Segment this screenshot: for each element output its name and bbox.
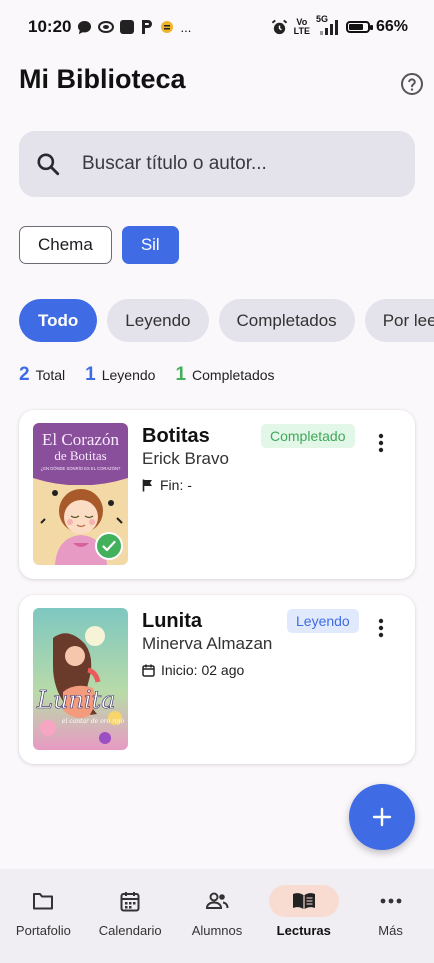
completed-check-icon <box>95 532 123 560</box>
stat-total-number: 2 <box>19 364 30 385</box>
bottom-navigation: Portafolio Calendario Alumnos Lecturas M… <box>0 869 434 963</box>
nav-label: Más <box>378 923 403 938</box>
alarm-icon <box>271 19 288 36</box>
more-notifications-indicator: ... <box>180 19 192 35</box>
coin-notification-icon <box>160 20 174 34</box>
nav-label: Calendario <box>98 923 162 938</box>
help-circle-icon[interactable] <box>400 72 424 96</box>
stat-reading-number: 1 <box>85 364 96 385</box>
cover-title: Lunita <box>36 686 115 714</box>
book-start-date: Inicio: 02 ago <box>161 662 245 678</box>
book-meta: Fin: - <box>142 477 192 493</box>
nav-icon-container <box>8 885 78 917</box>
more-horizontal-icon <box>380 898 401 904</box>
nav-lecturas[interactable]: Lecturas <box>261 869 347 938</box>
book-card[interactable]: Lunita el cantar de oro rojo Lunita Mine… <box>19 595 415 764</box>
nav-icon-container <box>356 885 426 917</box>
nav-alumnos[interactable]: Alumnos <box>174 869 260 938</box>
status-bar: 10:20 ... Vo LTE 5G 66% <box>0 0 434 54</box>
nav-icon-container-active <box>268 885 339 917</box>
filter-all[interactable]: Todo <box>19 299 98 342</box>
nav-mas[interactable]: Más <box>348 869 434 938</box>
stat-completed-number: 1 <box>175 364 187 385</box>
user-chip-chema[interactable]: Chema <box>19 226 112 264</box>
book-author: Minerva Almazan <box>142 634 273 653</box>
network-gen-label: 5G <box>315 14 328 24</box>
filter-to-read[interactable]: Por leer <box>364 299 434 342</box>
chat-notification-icon <box>77 20 92 35</box>
book-meta: Inicio: 02 ago <box>142 662 244 678</box>
cover-title-line2: de Botitas <box>54 448 106 463</box>
parking-app-icon <box>140 19 154 35</box>
filter-tabs: Todo Leyendo Completados Por leer <box>19 299 434 342</box>
folder-icon <box>33 893 54 910</box>
volte-indicator: Vo LTE <box>294 18 310 36</box>
add-book-button[interactable] <box>349 784 415 850</box>
stat-reading: 1 Leyendo <box>85 364 155 386</box>
stat-total-label: Total <box>35 367 66 383</box>
user-chip-sil[interactable]: Sil <box>121 226 179 264</box>
search-input[interactable] <box>80 152 384 176</box>
battery-percentage: 66% <box>375 18 408 35</box>
book-title: Botitas <box>142 425 210 447</box>
page-title: Mi Biblioteca <box>19 64 186 94</box>
stat-completed-label: Completados <box>192 367 275 383</box>
plus-icon <box>372 807 392 827</box>
nav-icon-container <box>95 885 165 917</box>
nav-icon-container <box>182 885 252 917</box>
book-author: Erick Bravo <box>142 449 229 468</box>
book-end-date: Fin: - <box>160 477 192 493</box>
cloud-notification-icon <box>98 20 115 34</box>
more-vertical-icon[interactable] <box>371 432 391 454</box>
user-selector: Chema Sil <box>19 226 179 264</box>
book-title: Lunita <box>142 610 202 632</box>
stat-completed: 1 Completados <box>175 364 274 386</box>
filter-completed[interactable]: Completados <box>218 299 355 342</box>
nav-calendario[interactable]: Calendario <box>87 869 173 938</box>
stat-reading-label: Leyendo <box>101 367 156 383</box>
nav-label: Alumnos <box>191 923 243 938</box>
nav-label: Lecturas <box>276 923 331 938</box>
filter-reading[interactable]: Leyendo <box>107 299 209 342</box>
cover-subtitle: ¿EN DÓNDE SONRÍO ES EL CORAZÓN? <box>41 466 121 471</box>
more-vertical-icon[interactable] <box>371 617 391 639</box>
signal-icon: 5G <box>316 15 340 35</box>
open-book-icon <box>292 893 315 910</box>
status-left: 10:20 ... <box>28 17 191 37</box>
people-icon <box>205 892 229 909</box>
stats-summary: 2 Total 1 Leyendo 1 Completados <box>19 364 275 386</box>
cover-title-line1: El Corazón <box>42 430 119 449</box>
status-time: 10:20 <box>28 17 72 36</box>
calendar-small-icon <box>142 664 155 677</box>
nav-portafolio[interactable]: Portafolio <box>0 869 86 938</box>
search-bar[interactable] <box>19 131 415 197</box>
stat-total: 2 Total <box>19 364 65 386</box>
search-icon <box>37 153 60 176</box>
app-notification-icon <box>120 20 135 34</box>
book-cover: Lunita el cantar de oro rojo <box>33 608 128 750</box>
nav-label: Portafolio <box>15 923 71 938</box>
battery-icon <box>345 21 373 33</box>
calendar-icon <box>120 891 140 911</box>
cover-subtitle: el cantar de oro rojo <box>62 718 125 725</box>
volte-bottom: LTE <box>293 26 310 36</box>
status-badge: Leyendo <box>287 609 359 633</box>
status-badge: Completado <box>261 424 355 448</box>
flag-icon <box>142 479 152 491</box>
status-right: Vo LTE 5G 66% <box>271 15 408 36</box>
book-card[interactable]: El Corazón de Botitas ¿EN DÓNDE SONRÍO E… <box>19 410 415 579</box>
